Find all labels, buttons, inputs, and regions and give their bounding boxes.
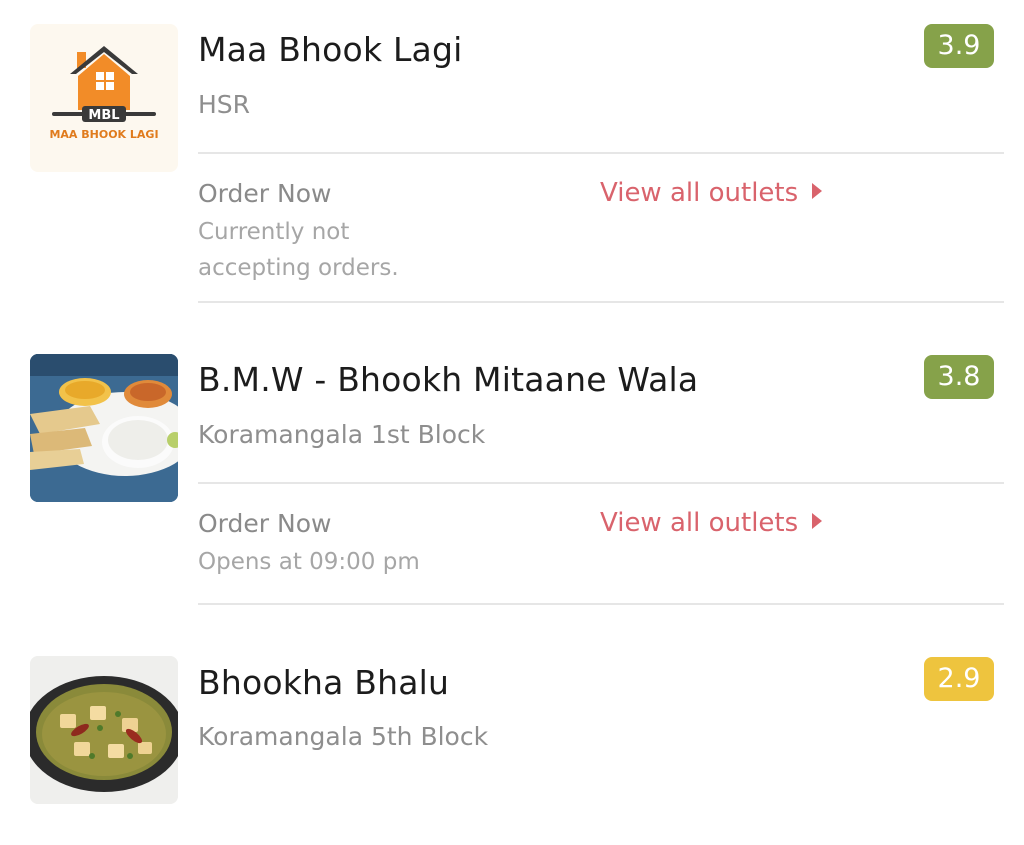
divider <box>198 301 1004 303</box>
view-all-outlets-link[interactable]: View all outlets <box>600 508 823 538</box>
rating-badge: 2.9 <box>924 657 994 701</box>
chevron-right-icon <box>812 183 823 199</box>
order-now-label[interactable]: Order Now <box>198 509 331 538</box>
restaurant-location: HSR <box>198 90 251 119</box>
view-all-outlets-link[interactable]: View all outlets <box>600 178 823 208</box>
order-status: Opens at 09:00 pm <box>198 549 420 575</box>
rating-badge: 3.9 <box>924 24 994 68</box>
divider <box>198 152 1004 154</box>
restaurant-photo[interactable] <box>30 354 178 502</box>
order-now-label[interactable]: Order Now <box>198 179 331 208</box>
view-all-outlets-label: View all outlets <box>600 178 799 208</box>
restaurant-location: Koramangala 5th Block <box>198 722 489 751</box>
restaurant-card[interactable]: Bhookha Bhalu Koramangala 5th Block 2.9 <box>0 645 1024 845</box>
food-plate-image <box>30 354 178 502</box>
rating-badge: 3.8 <box>924 355 994 399</box>
food-pan-image <box>30 656 178 804</box>
restaurant-name[interactable]: B.M.W - Bhookh Mitaane Wala <box>198 360 698 399</box>
divider <box>198 603 1004 605</box>
house-logo-icon: MBL MAA BHOOK LAGI <box>49 46 159 141</box>
restaurant-location: Koramangala 1st Block <box>198 420 486 449</box>
view-all-outlets-label: View all outlets <box>600 508 799 538</box>
divider <box>198 482 1004 484</box>
chevron-right-icon <box>812 513 823 529</box>
order-status: Currently not accepting orders. <box>198 219 399 281</box>
svg-text:MBL: MBL <box>88 108 119 123</box>
svg-text:MAA BHOOK LAGI: MAA BHOOK LAGI <box>49 128 158 141</box>
restaurant-name[interactable]: Bhookha Bhalu <box>198 663 449 702</box>
restaurant-card[interactable]: MBL MAA BHOOK LAGI Maa Bhook Lagi HSR 3.… <box>0 0 1024 305</box>
restaurant-name[interactable]: Maa Bhook Lagi <box>198 30 462 69</box>
restaurant-card[interactable]: B.M.W - Bhookh Mitaane Wala Koramangala … <box>0 340 1024 610</box>
restaurant-photo[interactable] <box>30 656 178 804</box>
restaurant-logo[interactable]: MBL MAA BHOOK LAGI <box>30 24 178 172</box>
